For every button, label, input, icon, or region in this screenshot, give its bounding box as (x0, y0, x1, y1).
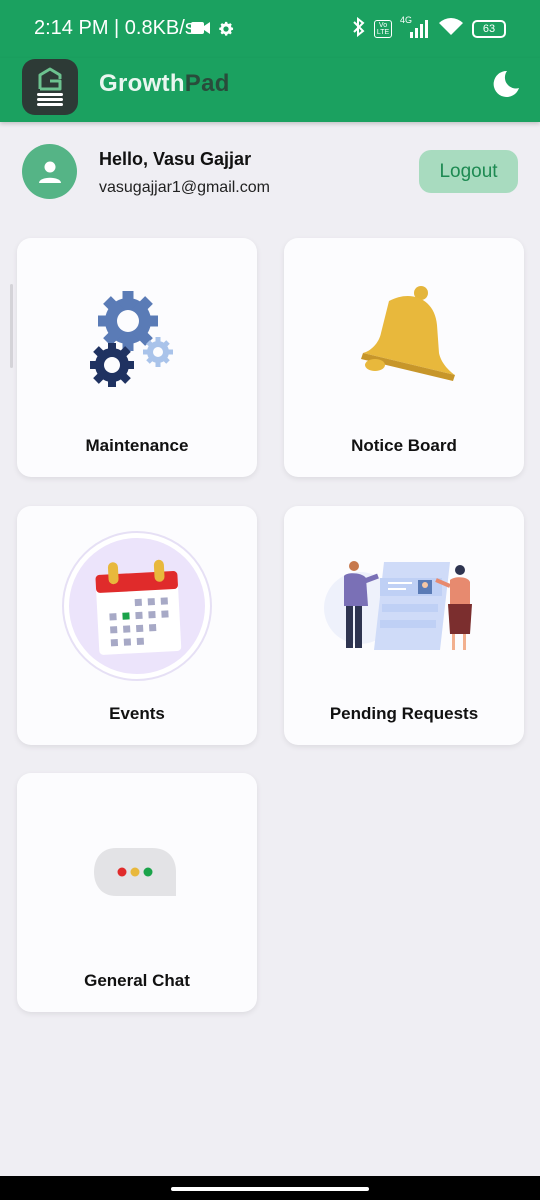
app-title: GrowthPad (99, 70, 230, 98)
app-title-growth: Growth (99, 70, 185, 97)
app-title-pad: Pad (184, 70, 230, 97)
app-bar: GrowthPad (0, 58, 540, 122)
signal-icon: 4G (400, 15, 430, 40)
moon-icon[interactable] (490, 69, 520, 104)
battery-level: 63 (482, 23, 496, 35)
profile-section: Hello, Vasu Gajjar vasugajjar1@gmail.com… (0, 122, 540, 220)
status-bar: 2:14 PM | 0.8KB/s Vo LTE 4G 63 (0, 0, 540, 58)
card-label: Maintenance (85, 436, 189, 455)
card-label: Notice Board (351, 436, 457, 455)
card-notice-board[interactable]: Notice Board (284, 238, 524, 477)
scroll-indicator (10, 284, 13, 368)
bell-icon (361, 286, 455, 381)
card-label: Pending Requests (329, 704, 479, 723)
calendar-icon (62, 531, 212, 681)
card-events[interactable]: Events (17, 506, 257, 745)
video-icon (191, 21, 211, 40)
bluetooth-icon (352, 16, 366, 42)
person-icon (38, 161, 61, 183)
card-maintenance[interactable]: Maintenance (17, 238, 257, 477)
wifi-icon (438, 17, 464, 42)
card-general-chat[interactable]: General Chat (17, 773, 257, 1012)
gears-icon (90, 291, 173, 387)
pending-requests-illustration (324, 561, 472, 650)
card-label: Events (109, 704, 165, 723)
gear-icon (217, 20, 235, 43)
card-pending-requests[interactable]: Pending Requests (284, 506, 524, 745)
card-label: General Chat (84, 971, 190, 990)
logout-button[interactable]: Logout (419, 150, 518, 193)
chat-bubble-icon (94, 848, 176, 896)
status-icons: Vo LTE 4G 63 (352, 15, 506, 42)
growthpad-logo (22, 59, 78, 115)
email-text: vasugajjar1@gmail.com (99, 179, 270, 196)
battery-icon: 63 (472, 20, 506, 38)
system-nav-bar (0, 1176, 540, 1200)
home-gesture-handle[interactable] (171, 1187, 369, 1191)
greeting-text: Hello, Vasu Gajjar (99, 149, 252, 169)
volte-icon: Vo LTE (374, 20, 392, 38)
avatar (22, 144, 77, 199)
status-time: 2:14 PM | 0.8KB/s (34, 17, 195, 39)
